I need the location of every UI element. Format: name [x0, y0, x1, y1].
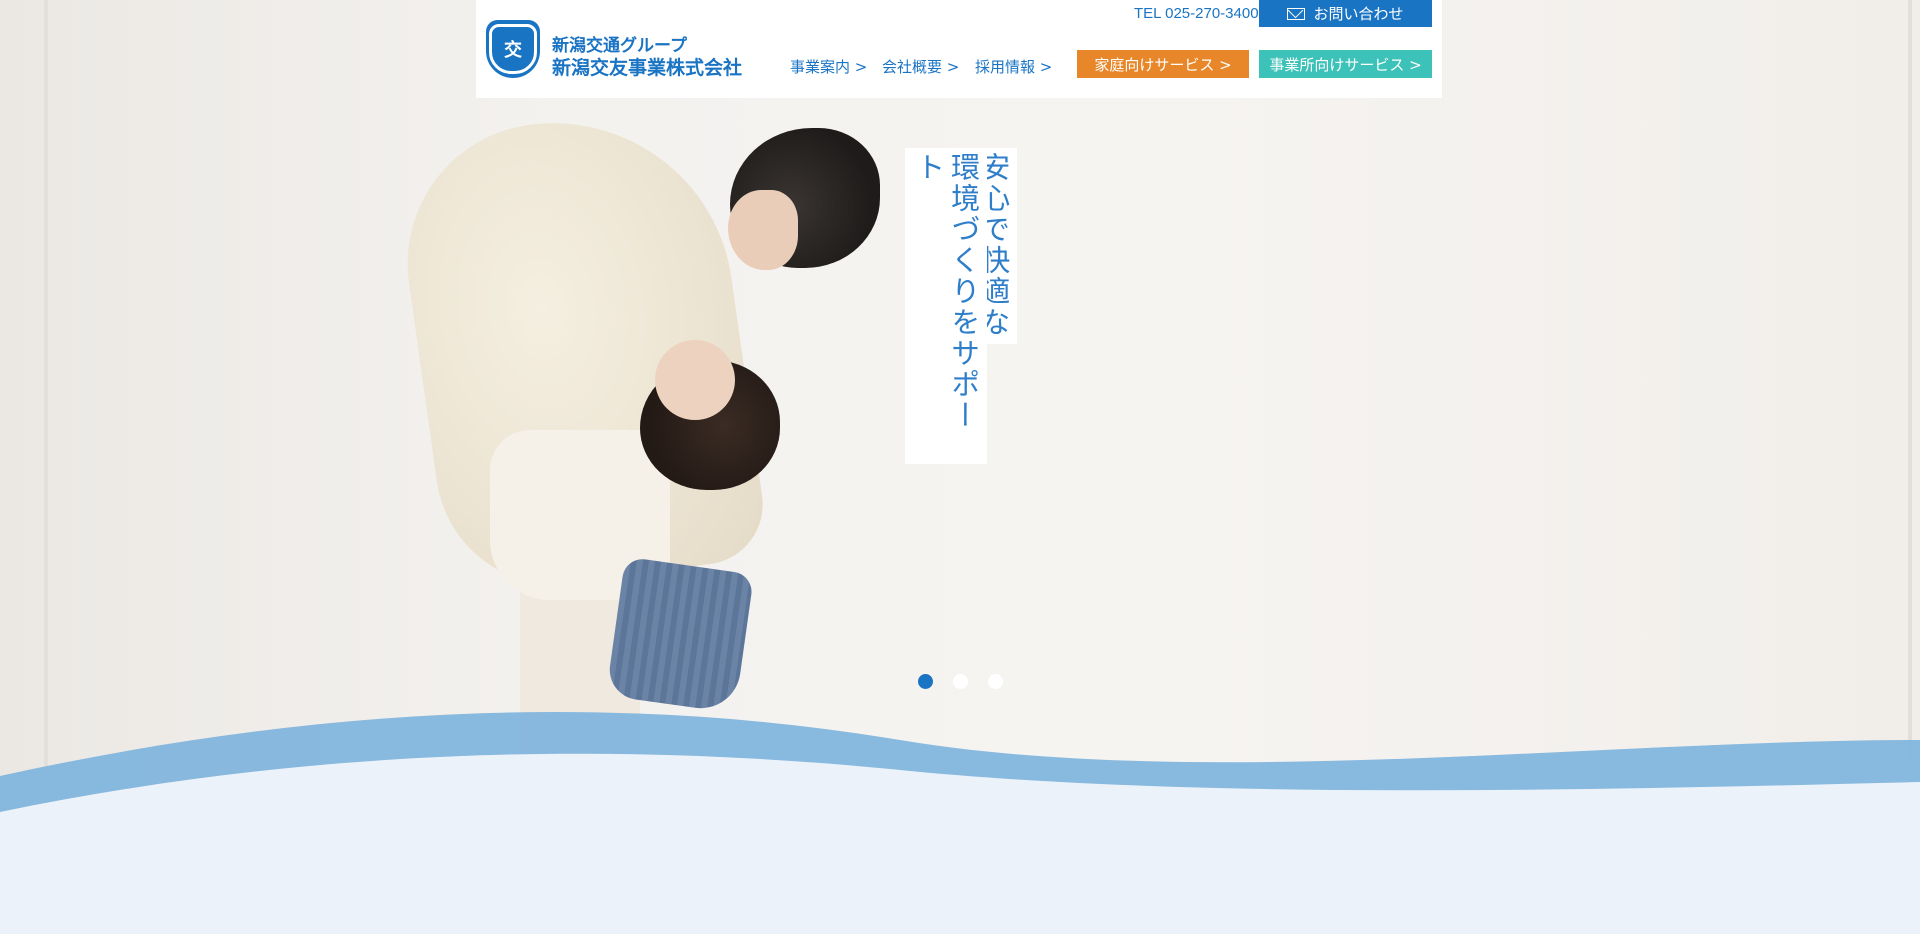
photo-mother-face: [728, 190, 798, 270]
wall-edge: [1908, 0, 1912, 760]
nav-company[interactable]: 会社概要 >: [882, 56, 959, 77]
nav-business[interactable]: 事業案内 >: [790, 56, 867, 77]
nav-recruit[interactable]: 採用情報 >: [975, 56, 1052, 77]
logo-emblem-text: 交: [489, 24, 537, 74]
slider-dot-1[interactable]: [918, 674, 933, 689]
site-header: 交 新潟交通グループ 新潟交友事業株式会社 TEL 025-270-3400 お…: [476, 0, 1442, 98]
photo-child-face: [655, 340, 735, 420]
contact-label: お問い合わせ: [1313, 5, 1404, 23]
phone-number: TEL 025-270-3400: [1134, 5, 1259, 22]
wave-divider: [0, 712, 1920, 934]
mail-icon: [1287, 7, 1306, 20]
slider-dot-3[interactable]: [988, 674, 1003, 689]
photo-child-skirt: [605, 556, 755, 714]
business-service-button[interactable]: 事業所向けサービス >: [1259, 50, 1432, 78]
slider-dot-2[interactable]: [953, 674, 968, 689]
wall-edge: [44, 0, 48, 780]
home-service-button[interactable]: 家庭向けサービス >: [1077, 50, 1249, 78]
company-logo-emblem[interactable]: 交: [486, 20, 540, 78]
contact-button[interactable]: お問い合わせ: [1259, 0, 1432, 27]
hero-catch-line2: 環境づくりをサポート: [905, 148, 987, 464]
logo-company-name[interactable]: 新潟交友事業株式会社: [552, 53, 742, 80]
